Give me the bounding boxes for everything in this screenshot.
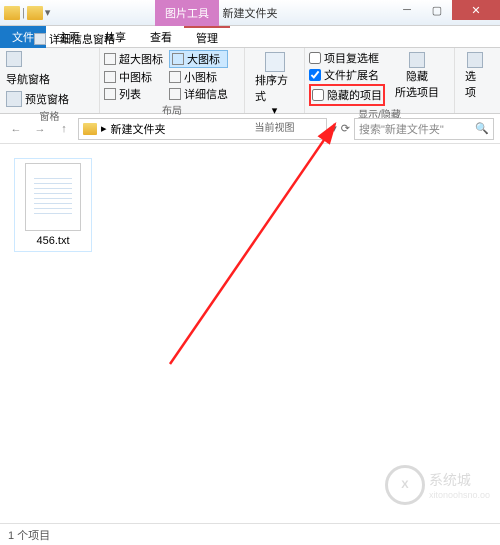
file-item[interactable]: 456.txt [14,158,92,252]
folder-icon [4,6,20,20]
layout-sm-label: 小图标 [184,69,217,85]
sort-icon [265,52,285,72]
layout-lg-label: 大图标 [187,51,220,67]
file-name: 456.txt [36,235,69,247]
options-button[interactable]: 选项 [459,50,491,102]
close-button[interactable]: ✕ [452,0,500,20]
status-bar: 1 个项目 [0,523,500,545]
file-ext-label: 文件扩展名 [324,67,379,83]
folder-icon-2 [27,6,43,20]
layout-details-label: 详细信息 [184,86,228,102]
chevron-down-icon: ▾ [272,104,278,117]
layout-group-label: 布局 [104,102,240,118]
nav-pane-button[interactable] [4,50,71,68]
checkbox-file-ext[interactable]: 文件扩展名 [309,67,385,83]
maximize-button[interactable]: ▢ [422,0,452,20]
options-label: 选项 [465,68,485,100]
hide-icon [409,52,425,68]
qat-divider: | [22,7,25,19]
layout-xl-label: 超大图标 [119,51,163,67]
item-count: 1 个项目 [8,527,50,543]
address-field[interactable]: ▸ 新建文件夹 [78,118,327,140]
layout-details[interactable]: 详细信息 [169,86,228,102]
title-bar: | ▾ 图片工具 新建文件夹 ─ ▢ ✕ [0,0,500,26]
list-icon [104,88,116,100]
refresh-button[interactable]: ⟳ [341,122,350,135]
checkbox-item-checkboxes[interactable]: 项目复选框 [309,50,385,66]
nav-pane-icon [6,51,22,67]
lg-icon [172,53,184,65]
folder-icon-addr [83,123,97,135]
ribbon-group-layout: 超大图标 大图标 中图标 小图标 列表 详细信息 布局 [100,48,245,113]
layout-list[interactable]: 列表 [104,86,163,102]
titlebar-left: | ▾ [0,6,50,20]
up-button[interactable]: ↑ [54,119,74,139]
ribbon: 导航窗格 预览窗格 详细信息窗格 窗格 超大图标 大图标 中图标 小图标 列表 … [0,48,500,114]
layout-lg-icons[interactable]: 大图标 [169,50,228,68]
layout-list-label: 列表 [119,86,141,102]
hide-selected-button[interactable]: 隐藏 所选项目 [391,50,443,106]
window-controls: ─ ▢ ✕ [392,0,500,20]
tab-manage[interactable]: 管理 [184,26,230,48]
annotation-arrow [140,114,360,374]
details-pane-button[interactable]: 详细信息窗格 [32,30,117,48]
details-pane-icon [34,33,46,45]
search-placeholder: 搜索"新建文件夹" [359,121,444,137]
qat-chevron[interactable]: ▾ [45,6,51,19]
search-icon: 🔍 [475,122,489,135]
hidden-items-label: 隐藏的项目 [327,87,382,103]
checkbox-hidden-items[interactable]: 隐藏的项目 [309,84,385,106]
hide-label: 隐藏 [406,68,428,84]
address-chevron[interactable]: ▾ [331,122,337,135]
options-icon [467,52,483,68]
text-file-icon [25,163,81,231]
minimize-button[interactable]: ─ [392,0,422,20]
ribbon-group-options: 选项 [455,48,495,113]
nav-pane-label: 导航窗格 [4,70,71,88]
sm-icon [169,71,181,83]
sort-by-button[interactable]: 排序方式 ▾ [249,50,300,119]
xl-icon [104,53,116,65]
preview-pane-label: 预览窗格 [25,91,69,107]
ribbon-group-panes: 导航窗格 预览窗格 详细信息窗格 窗格 [0,48,100,113]
preview-pane-button[interactable]: 预览窗格 [4,90,71,108]
item-checkboxes-label: 项目复选框 [324,50,379,66]
file-list[interactable]: 456.txt [0,144,500,514]
layout-xl-icons[interactable]: 超大图标 [104,50,163,68]
tab-view[interactable]: 查看 [138,26,184,48]
details-pane-label: 详细信息窗格 [49,31,115,47]
back-button[interactable]: ← [6,119,26,139]
ribbon-group-sort: 排序方式 ▾ 当前视图 [245,48,305,113]
breadcrumb-sep: ▸ [101,122,107,135]
contextual-tab: 图片工具 [155,0,219,26]
layout-md-icons[interactable]: 中图标 [104,69,163,85]
window-title: 新建文件夹 [223,5,278,21]
file-ext-checkbox[interactable] [309,69,321,81]
item-checkboxes-checkbox[interactable] [309,52,321,64]
sort-by-label: 排序方式 [255,72,294,104]
search-input[interactable]: 搜索"新建文件夹" 🔍 [354,118,494,140]
layout-md-label: 中图标 [119,69,152,85]
forward-button[interactable]: → [30,119,50,139]
details-icon [169,88,181,100]
layout-sm-icons[interactable]: 小图标 [169,69,228,85]
md-icon [104,71,116,83]
hidden-items-checkbox[interactable] [312,89,324,101]
hide-label2: 所选项目 [395,84,439,100]
breadcrumb-folder[interactable]: 新建文件夹 [111,121,166,137]
preview-pane-icon [6,91,22,107]
ribbon-group-showhide: 项目复选框 文件扩展名 隐藏的项目 隐藏 所选项目 显示/隐藏 [305,48,455,113]
